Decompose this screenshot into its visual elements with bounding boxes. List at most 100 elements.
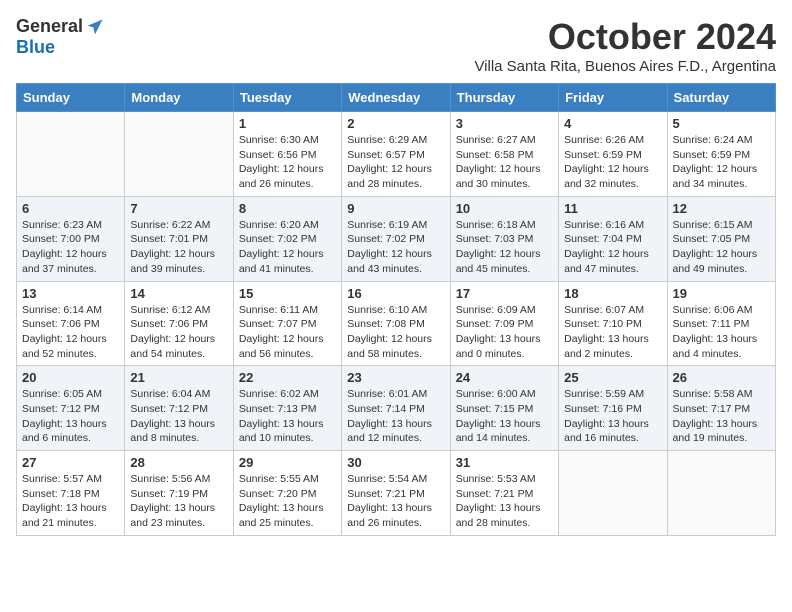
day-info: Sunrise: 6:14 AMSunset: 7:06 PMDaylight:… [22,303,119,362]
calendar-header-sunday: Sunday [17,84,125,112]
day-number: 1 [239,116,336,131]
day-info: Sunrise: 6:07 AMSunset: 7:10 PMDaylight:… [564,303,661,362]
calendar-cell [667,451,775,536]
day-number: 28 [130,455,227,470]
calendar-cell: 16Sunrise: 6:10 AMSunset: 7:08 PMDayligh… [342,281,450,366]
day-number: 5 [673,116,770,131]
calendar-cell: 21 Sunrise: 6:04 AMSunset: 7:12 PMDayligh… [125,366,233,451]
day-info: Sunrise: 6:19 AMSunset: 7:02 PMDaylight:… [347,218,444,277]
day-number: 21 [130,370,227,385]
day-number: 13 [22,286,119,301]
calendar-cell: 5 Sunrise: 6:24 AMSunset: 6:59 PMDaylight… [667,112,775,197]
day-info: Sunrise: 6:23 AMSunset: 7:00 PMDaylight:… [22,218,119,277]
day-info: Sunrise: 6:00 AMSunset: 7:15 PMDaylight:… [456,387,553,446]
calendar-cell [125,112,233,197]
day-number: 30 [347,455,444,470]
calendar-week-row: 1 Sunrise: 6:30 AMSunset: 6:56 PMDaylight… [17,112,776,197]
day-number: 6 [22,201,119,216]
day-number: 25 [564,370,661,385]
day-number: 17 [456,286,553,301]
day-number: 20 [22,370,119,385]
calendar-cell: 24 Sunrise: 6:00 AMSunset: 7:15 PMDayligh… [450,366,558,451]
day-number: 8 [239,201,336,216]
day-info: Sunrise: 5:55 AMSunset: 7:20 PMDaylight:… [239,472,336,531]
day-info: Sunrise: 6:10 AMSunset: 7:08 PMDaylight:… [347,303,444,362]
calendar-header-monday: Monday [125,84,233,112]
location-title: Villa Santa Rita, Buenos Aires F.D., Arg… [474,58,776,75]
day-info: Sunrise: 5:59 AMSunset: 7:16 PMDaylight:… [564,387,661,446]
day-info: Sunrise: 6:05 AMSunset: 7:12 PMDaylight:… [22,387,119,446]
calendar-header-friday: Friday [559,84,667,112]
calendar-cell: 18 Sunrise: 6:07 AMSunset: 7:10 PMDayligh… [559,281,667,366]
calendar-cell: 20 Sunrise: 6:05 AMSunset: 7:12 PMDayligh… [17,366,125,451]
day-number: 22 [239,370,336,385]
calendar-cell: 17 Sunrise: 6:09 AMSunset: 7:09 PMDayligh… [450,281,558,366]
day-info: Sunrise: 6:27 AMSunset: 6:58 PMDaylight:… [456,133,553,192]
title-section: October 2024 Villa Santa Rita, Buenos Ai… [474,16,776,75]
day-number: 12 [673,201,770,216]
calendar-header-saturday: Saturday [667,84,775,112]
logo-general-text: General [16,16,83,37]
day-number: 4 [564,116,661,131]
day-info: Sunrise: 6:18 AMSunset: 7:03 PMDaylight:… [456,218,553,277]
day-info: Sunrise: 6:15 AMSunset: 7:05 PMDaylight:… [673,218,770,277]
day-info: Sunrise: 6:11 AMSunset: 7:07 PMDaylight:… [239,303,336,362]
calendar-header-wednesday: Wednesday [342,84,450,112]
day-number: 27 [22,455,119,470]
day-number: 9 [347,201,444,216]
day-number: 7 [130,201,227,216]
day-number: 2 [347,116,444,131]
calendar-cell: 30 Sunrise: 5:54 AMSunset: 7:21 PMDayligh… [342,451,450,536]
calendar-cell: 28 Sunrise: 5:56 AMSunset: 7:19 PMDayligh… [125,451,233,536]
day-number: 18 [564,286,661,301]
day-info: Sunrise: 6:12 AMSunset: 7:06 PMDaylight:… [130,303,227,362]
calendar-cell: 3Sunrise: 6:27 AMSunset: 6:58 PMDaylight… [450,112,558,197]
calendar-cell: 15 Sunrise: 6:11 AMSunset: 7:07 PMDayligh… [233,281,341,366]
calendar-table: SundayMondayTuesdayWednesdayThursdayFrid… [16,83,776,536]
calendar-cell: 23Sunrise: 6:01 AMSunset: 7:14 PMDayligh… [342,366,450,451]
day-info: Sunrise: 6:26 AMSunset: 6:59 PMDaylight:… [564,133,661,192]
calendar-header-row: SundayMondayTuesdayWednesdayThursdayFrid… [17,84,776,112]
day-info: Sunrise: 5:54 AMSunset: 7:21 PMDaylight:… [347,472,444,531]
day-number: 23 [347,370,444,385]
day-info: Sunrise: 5:57 AMSunset: 7:18 PMDaylight:… [22,472,119,531]
day-info: Sunrise: 6:04 AMSunset: 7:12 PMDaylight:… [130,387,227,446]
calendar-cell: 12 Sunrise: 6:15 AMSunset: 7:05 PMDayligh… [667,196,775,281]
day-info: Sunrise: 5:56 AMSunset: 7:19 PMDaylight:… [130,472,227,531]
day-info: Sunrise: 6:24 AMSunset: 6:59 PMDaylight:… [673,133,770,192]
calendar-cell: 6 Sunrise: 6:23 AMSunset: 7:00 PMDaylight… [17,196,125,281]
calendar-cell: 13 Sunrise: 6:14 AMSunset: 7:06 PMDayligh… [17,281,125,366]
day-info: Sunrise: 6:16 AMSunset: 7:04 PMDaylight:… [564,218,661,277]
calendar-cell: 31Sunrise: 5:53 AMSunset: 7:21 PMDayligh… [450,451,558,536]
calendar-week-row: 27 Sunrise: 5:57 AMSunset: 7:18 PMDayligh… [17,451,776,536]
day-number: 26 [673,370,770,385]
day-info: Sunrise: 6:09 AMSunset: 7:09 PMDaylight:… [456,303,553,362]
day-info: Sunrise: 6:30 AMSunset: 6:56 PMDaylight:… [239,133,336,192]
day-number: 24 [456,370,553,385]
day-info: Sunrise: 5:58 AMSunset: 7:17 PMDaylight:… [673,387,770,446]
day-number: 15 [239,286,336,301]
logo-blue-text: Blue [16,37,55,58]
day-info: Sunrise: 6:20 AMSunset: 7:02 PMDaylight:… [239,218,336,277]
calendar-week-row: 20 Sunrise: 6:05 AMSunset: 7:12 PMDayligh… [17,366,776,451]
calendar-cell: 22 Sunrise: 6:02 AMSunset: 7:13 PMDayligh… [233,366,341,451]
day-info: Sunrise: 6:22 AMSunset: 7:01 PMDaylight:… [130,218,227,277]
logo-bird-icon [85,17,105,37]
calendar-cell: 11 Sunrise: 6:16 AMSunset: 7:04 PMDayligh… [559,196,667,281]
calendar-cell: 2Sunrise: 6:29 AMSunset: 6:57 PMDaylight… [342,112,450,197]
calendar-cell: 19Sunrise: 6:06 AMSunset: 7:11 PMDayligh… [667,281,775,366]
calendar-cell: 14 Sunrise: 6:12 AMSunset: 7:06 PMDayligh… [125,281,233,366]
calendar-cell: 29Sunrise: 5:55 AMSunset: 7:20 PMDayligh… [233,451,341,536]
day-number: 10 [456,201,553,216]
calendar-cell: 26 Sunrise: 5:58 AMSunset: 7:17 PMDayligh… [667,366,775,451]
calendar-cell: 25 Sunrise: 5:59 AMSunset: 7:16 PMDayligh… [559,366,667,451]
day-info: Sunrise: 6:02 AMSunset: 7:13 PMDaylight:… [239,387,336,446]
day-number: 14 [130,286,227,301]
month-title: October 2024 [474,16,776,58]
day-number: 31 [456,455,553,470]
day-number: 19 [673,286,770,301]
calendar-week-row: 13 Sunrise: 6:14 AMSunset: 7:06 PMDayligh… [17,281,776,366]
calendar-cell: 1 Sunrise: 6:30 AMSunset: 6:56 PMDaylight… [233,112,341,197]
calendar-week-row: 6 Sunrise: 6:23 AMSunset: 7:00 PMDaylight… [17,196,776,281]
day-number: 11 [564,201,661,216]
